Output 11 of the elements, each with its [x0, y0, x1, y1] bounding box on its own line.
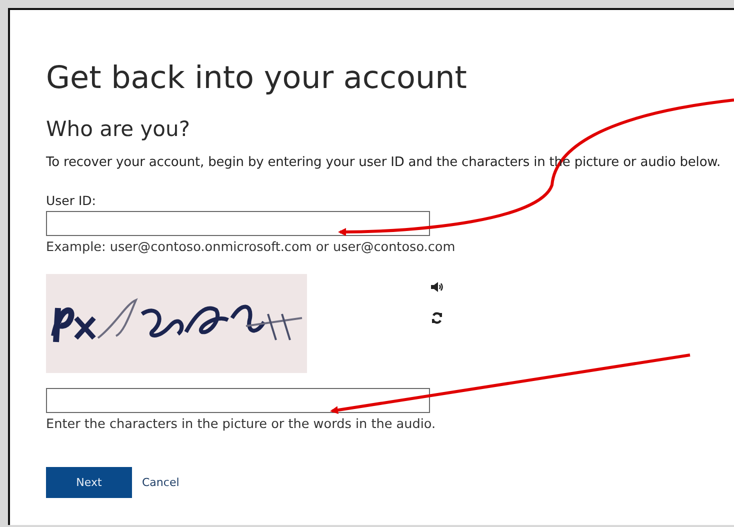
cancel-link[interactable]: Cancel [134, 472, 188, 493]
hint-text: Enter the characters in the picture or the words in the audio. [46, 417, 436, 433]
captcha-answer-field[interactable] [46, 388, 430, 413]
refresh-icon[interactable] [431, 312, 443, 324]
example-text: Example: user@contoso.onmicrosoft.com or user@contoso.com [46, 240, 456, 256]
speaker-icon[interactable] [431, 282, 443, 292]
user-id-field[interactable] [46, 211, 430, 236]
section-heading: Who are you? [46, 116, 190, 143]
field-label: User ID: [46, 193, 96, 208]
page-title: Get back into your account [46, 59, 467, 98]
next-button[interactable]: Next [46, 467, 132, 498]
